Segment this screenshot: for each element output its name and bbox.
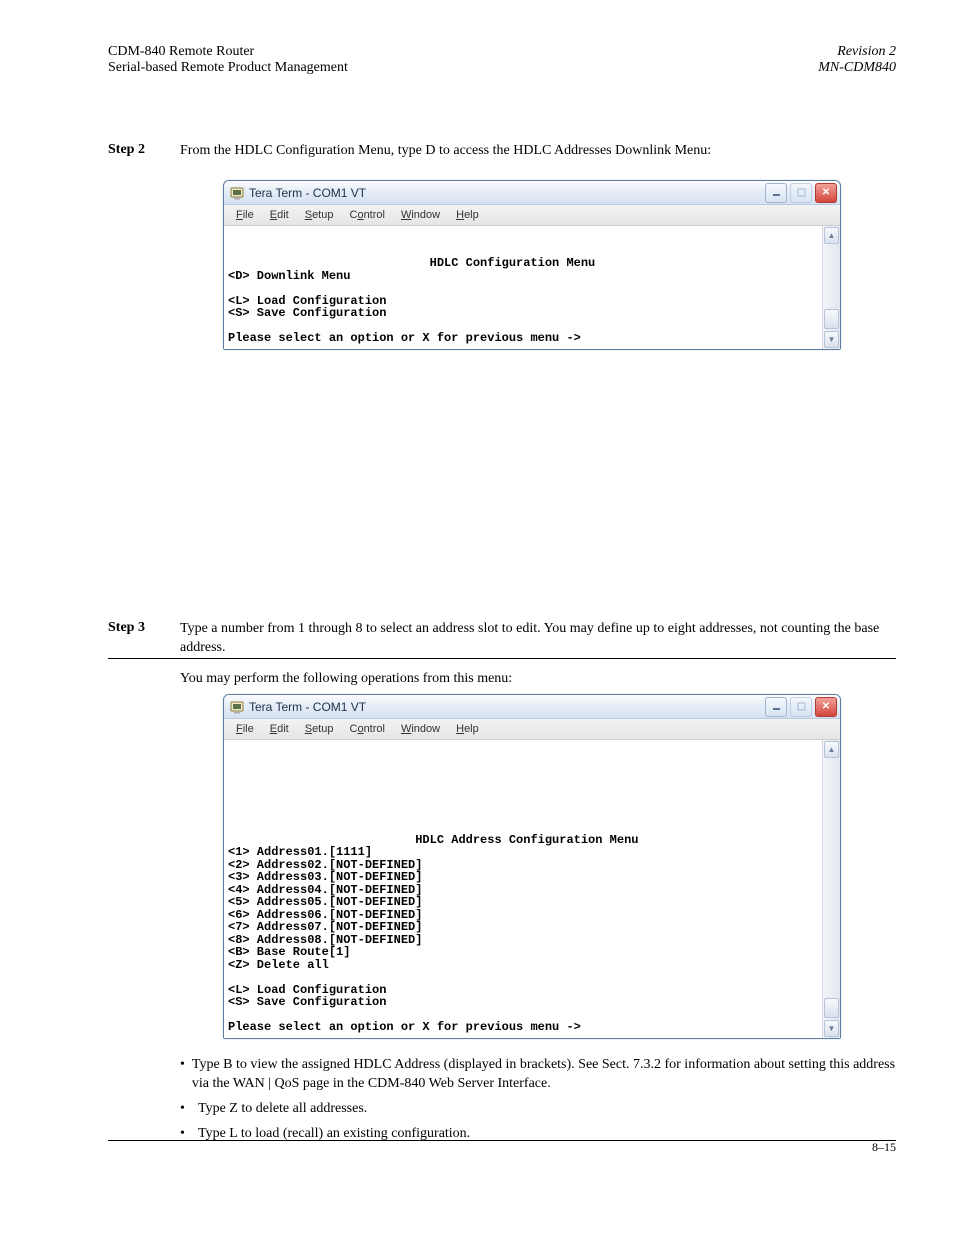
bullet-2: Type Z to delete all addresses. <box>198 1100 367 1119</box>
scroll-down-button[interactable]: ▼ <box>824 331 839 348</box>
app-icon <box>230 700 244 714</box>
scroll-track[interactable] <box>823 245 840 330</box>
step2-label: Step 2 <box>108 142 145 158</box>
header-sub: Serial-based Remote Product Management <box>108 60 348 76</box>
titlebar[interactable]: Tera Term - COM1 VT ✕ <box>224 695 840 719</box>
header-right: Revision 2 <box>818 44 896 60</box>
menu-help[interactable]: Help <box>448 722 487 736</box>
scroll-up-button[interactable]: ▲ <box>824 227 839 244</box>
divider <box>108 658 896 659</box>
bullet-1: Type B to view the assigned HDLC Address… <box>192 1056 896 1094</box>
bullet-list: •Type B to view the assigned HDLC Addres… <box>180 1056 896 1144</box>
menu-edit[interactable]: Edit <box>262 722 297 736</box>
scroll-track[interactable] <box>823 759 840 1019</box>
scrollbar[interactable]: ▲ ▼ <box>822 226 840 349</box>
header-left: CDM-840 Remote Router <box>108 44 348 60</box>
menubar: File Edit Setup Control Window Help <box>224 205 840 226</box>
step2-body: From the HDLC Configuration Menu, type D… <box>180 142 896 161</box>
terminal-window-1: Tera Term - COM1 VT ✕ File Edit Setup Co… <box>223 180 841 350</box>
terminal-window-2: Tera Term - COM1 VT ✕ File Edit Setup Co… <box>223 694 841 1039</box>
step3-label: Step 3 <box>108 620 145 636</box>
window-title: Tera Term - COM1 VT <box>249 186 765 200</box>
terminal-content[interactable]: HDLC Configuration Menu <D> Downlink Men… <box>224 226 822 349</box>
scrollbar[interactable]: ▲ ▼ <box>822 740 840 1038</box>
scroll-thumb[interactable] <box>824 998 839 1018</box>
footer-divider <box>108 1140 896 1141</box>
step3-body: Type a number from 1 through 8 to select… <box>180 620 896 658</box>
app-icon <box>230 186 244 200</box>
step3-body2: You may perform the following operations… <box>180 670 896 689</box>
menu-setup[interactable]: Setup <box>297 722 342 736</box>
scroll-thumb[interactable] <box>824 309 839 329</box>
menu-window[interactable]: Window <box>393 208 448 222</box>
minimize-button[interactable] <box>765 183 787 203</box>
scroll-up-button[interactable]: ▲ <box>824 741 839 758</box>
menu-edit[interactable]: Edit <box>262 208 297 222</box>
footer-right: 8–15 <box>872 1140 896 1155</box>
menu-control[interactable]: Control <box>341 208 392 222</box>
terminal-content[interactable]: HDLC Address Configuration Menu <1> Addr… <box>224 740 822 1038</box>
scroll-down-button[interactable]: ▼ <box>824 1020 839 1037</box>
menu-control[interactable]: Control <box>341 722 392 736</box>
header-code: MN-CDM840 <box>818 60 896 76</box>
menu-file[interactable]: File <box>228 722 262 736</box>
maximize-button[interactable] <box>790 697 812 717</box>
doc-header: CDM-840 Remote Router Serial-based Remot… <box>108 44 896 76</box>
menubar: File Edit Setup Control Window Help <box>224 719 840 740</box>
close-button[interactable]: ✕ <box>815 183 837 203</box>
menu-setup[interactable]: Setup <box>297 208 342 222</box>
titlebar[interactable]: Tera Term - COM1 VT ✕ <box>224 181 840 205</box>
window-title: Tera Term - COM1 VT <box>249 700 765 714</box>
menu-help[interactable]: Help <box>448 208 487 222</box>
maximize-button[interactable] <box>790 183 812 203</box>
minimize-button[interactable] <box>765 697 787 717</box>
menu-file[interactable]: File <box>228 208 262 222</box>
close-button[interactable]: ✕ <box>815 697 837 717</box>
menu-window[interactable]: Window <box>393 722 448 736</box>
